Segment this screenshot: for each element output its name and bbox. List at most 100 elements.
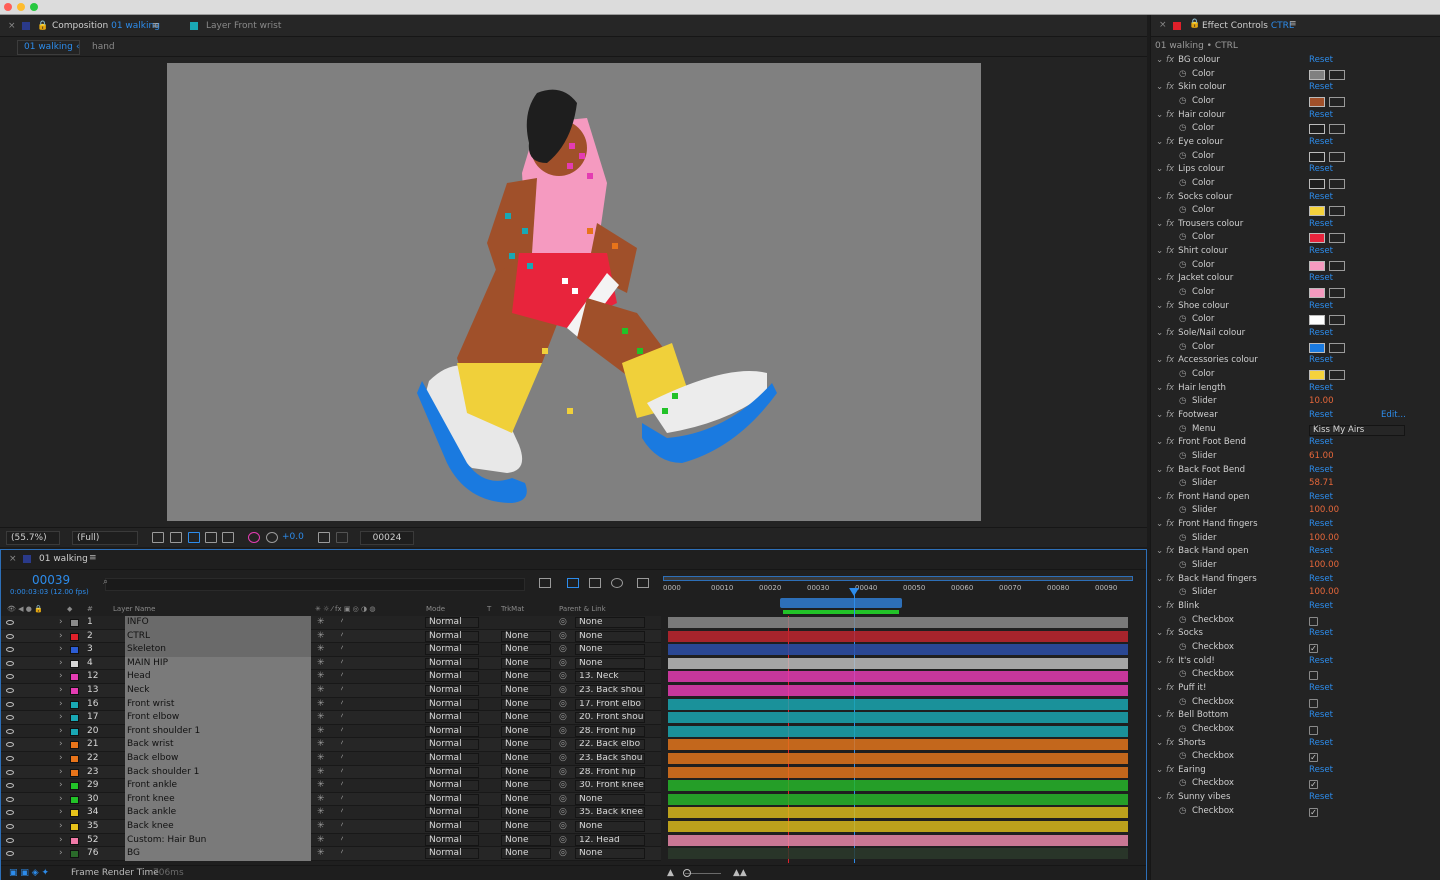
- parent-pickwhip-icon[interactable]: ◎: [559, 670, 567, 684]
- minimize-window-button[interactable]: [17, 3, 25, 11]
- fx-icon[interactable]: fx: [1166, 301, 1174, 311]
- track-matte-select[interactable]: None: [501, 644, 551, 656]
- effect-twirl-icon[interactable]: ⌄: [1156, 163, 1163, 177]
- stopwatch-icon[interactable]: ◷: [1179, 259, 1187, 273]
- visibility-eye-icon[interactable]: [6, 783, 14, 789]
- fx-icon[interactable]: fx: [1166, 628, 1174, 638]
- layer-row[interactable]: › 4 MAIN HIP ✳ ⁄ Normal None ◎ None: [1, 656, 661, 671]
- quality-switch-icon[interactable]: ⁄: [341, 670, 343, 684]
- blend-mode-select[interactable]: Normal: [425, 644, 479, 656]
- layer-duration-bar[interactable]: [668, 685, 1128, 696]
- quality-switch-icon[interactable]: ⁄: [341, 752, 343, 766]
- color-swatch[interactable]: [1309, 124, 1325, 135]
- fx-icon[interactable]: fx: [1166, 82, 1174, 92]
- resolution-select[interactable]: (Full): [72, 531, 138, 545]
- reset-button[interactable]: Reset: [1309, 655, 1333, 669]
- layer-row[interactable]: › 17 Front elbow ✳ ⁄ Normal None ◎ 20. Front sho…: [1, 711, 661, 725]
- effect-header[interactable]: ⌄ fx Shoe colour Reset: [1151, 300, 1440, 314]
- blend-mode-select[interactable]: Normal: [425, 712, 479, 724]
- layer-name[interactable]: Custom: Hair Bun: [125, 833, 311, 848]
- visibility-eye-icon[interactable]: [6, 633, 14, 639]
- stopwatch-icon[interactable]: ◷: [1179, 313, 1187, 327]
- visibility-eye-icon[interactable]: [6, 647, 14, 653]
- layer-row[interactable]: › 76 BG ✳ ⁄ Normal None ◎ None: [1, 847, 661, 861]
- effect-header[interactable]: ⌄ fx Skin colour Reset: [1151, 81, 1440, 95]
- label-color-swatch[interactable]: [70, 836, 79, 845]
- reset-button[interactable]: Reset: [1309, 409, 1333, 423]
- effect-twirl-icon[interactable]: ⌄: [1156, 491, 1163, 505]
- label-color-swatch[interactable]: [70, 714, 79, 723]
- blend-mode-select[interactable]: Normal: [425, 739, 479, 751]
- effect-twirl-icon[interactable]: ⌄: [1156, 409, 1163, 423]
- effect-controls-menu-icon[interactable]: ≡: [1289, 19, 1297, 29]
- reset-button[interactable]: Reset: [1309, 464, 1333, 478]
- label-color-swatch[interactable]: [70, 727, 79, 736]
- fx-icon[interactable]: fx: [1166, 328, 1174, 338]
- layer-name-header[interactable]: Layer Name: [113, 603, 155, 616]
- eyedropper-icon[interactable]: [1329, 260, 1345, 271]
- parent-select[interactable]: 28. Front hip: [575, 766, 645, 778]
- label-color-swatch[interactable]: [70, 768, 79, 777]
- effect-twirl-icon[interactable]: ⌄: [1156, 627, 1163, 641]
- fx-icon[interactable]: fx: [1166, 55, 1174, 65]
- close-effect-controls-icon[interactable]: ×: [1159, 20, 1167, 30]
- effect-twirl-icon[interactable]: ⌄: [1156, 573, 1163, 587]
- stopwatch-icon[interactable]: ◷: [1179, 777, 1187, 791]
- parent-pickwhip-icon[interactable]: ◎: [559, 766, 567, 780]
- fx-icon[interactable]: fx: [1166, 546, 1174, 556]
- label-color-swatch[interactable]: [70, 673, 79, 682]
- layer-name[interactable]: Back shoulder 1: [125, 765, 311, 780]
- checkbox[interactable]: [1309, 698, 1318, 708]
- reset-button[interactable]: Reset: [1309, 136, 1333, 150]
- effect-header[interactable]: ⌄ fx Lips colour Reset: [1151, 163, 1440, 177]
- visibility-eye-icon[interactable]: [6, 674, 14, 680]
- layer-row[interactable]: › 29 Front ankle ✳ ⁄ Normal None ◎ 30. Front kne…: [1, 779, 661, 793]
- label-color-swatch[interactable]: [70, 782, 79, 791]
- quality-switch-icon[interactable]: ⁄: [341, 834, 343, 848]
- layer-name[interactable]: CTRL: [125, 629, 311, 644]
- blend-mode-select[interactable]: Normal: [425, 848, 479, 860]
- visibility-eye-icon[interactable]: [6, 742, 14, 748]
- effect-header[interactable]: ⌄ fx Eye colour Reset: [1151, 136, 1440, 150]
- stopwatch-icon[interactable]: ◷: [1179, 150, 1187, 164]
- show-snapshot-icon[interactable]: [336, 532, 348, 543]
- blend-mode-select[interactable]: Normal: [425, 685, 479, 696]
- layer-name[interactable]: Back ankle: [125, 806, 311, 820]
- expand-arrow-icon[interactable]: ›: [59, 847, 63, 861]
- track-matte-select[interactable]: None: [501, 793, 551, 805]
- fx-icon[interactable]: fx: [1166, 465, 1174, 475]
- stopwatch-icon[interactable]: ◷: [1179, 477, 1187, 491]
- layer-row[interactable]: › 30 Front knee ✳ ⁄ Normal None ◎ None: [1, 792, 661, 807]
- layer-duration-bar[interactable]: [668, 630, 1128, 642]
- layer-duration-bar[interactable]: [668, 780, 1128, 792]
- quality-switch-icon[interactable]: ⁄: [341, 820, 343, 834]
- effect-header[interactable]: ⌄ fx Puff it! Reset: [1151, 682, 1440, 696]
- expand-arrow-icon[interactable]: ›: [59, 793, 63, 807]
- effect-twirl-icon[interactable]: ⌄: [1156, 764, 1163, 778]
- zoom-in-icon[interactable]: ▲▲: [733, 868, 747, 878]
- effect-header[interactable]: ⌄ fx Footwear Reset Edit...: [1151, 409, 1440, 423]
- effect-header[interactable]: ⌄ fx Hair length Reset: [1151, 382, 1440, 396]
- layer-duration-bar[interactable]: [668, 807, 1128, 819]
- shy-switch-icon[interactable]: ✳: [317, 806, 325, 820]
- reset-button[interactable]: Reset: [1309, 491, 1333, 505]
- stopwatch-icon[interactable]: ◷: [1179, 423, 1187, 437]
- quality-switch-icon[interactable]: ⁄: [341, 698, 343, 712]
- footwear-menu-select[interactable]: Kiss My Airs: [1309, 424, 1405, 436]
- layer-search-input[interactable]: [105, 578, 525, 591]
- layer-duration-bar[interactable]: [668, 671, 1128, 683]
- track-matte-select[interactable]: None: [501, 698, 551, 710]
- parent-select[interactable]: 28. Front hip: [575, 725, 645, 737]
- eyedropper-icon[interactable]: [1329, 233, 1345, 244]
- reset-button[interactable]: Reset: [1309, 191, 1333, 205]
- blend-mode-select[interactable]: Normal: [425, 617, 479, 628]
- label-color-swatch[interactable]: [70, 687, 79, 695]
- reset-button[interactable]: Reset: [1309, 545, 1333, 559]
- fx-icon[interactable]: fx: [1166, 110, 1174, 120]
- layer-duration-bar[interactable]: [668, 739, 1128, 751]
- fx-icon[interactable]: fx: [1166, 519, 1174, 529]
- quality-switch-icon[interactable]: ⁄: [341, 806, 343, 820]
- footer-toggles-icon[interactable]: ▣ ▣ ◈ ✦: [9, 868, 49, 878]
- checkbox[interactable]: ✓: [1309, 780, 1318, 790]
- visibility-eye-icon[interactable]: [6, 620, 14, 625]
